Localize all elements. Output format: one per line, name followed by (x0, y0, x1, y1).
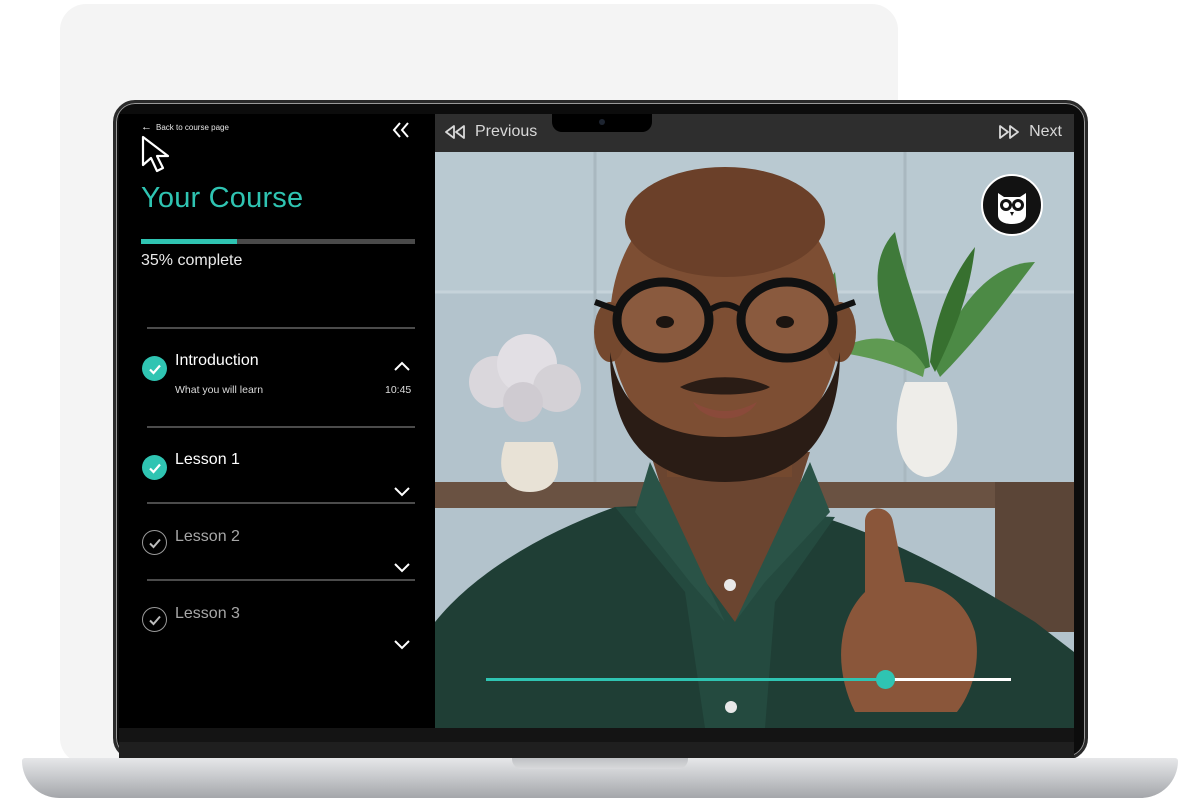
chevron-down-icon[interactable] (393, 561, 411, 573)
video-scrubber-handle[interactable] (876, 670, 895, 689)
divider (147, 426, 415, 428)
back-link-label: Back to course page (156, 122, 229, 132)
chevron-down-icon[interactable] (393, 638, 411, 650)
lesson-title: Introduction (175, 352, 259, 369)
course-progress-bar (141, 239, 415, 244)
laptop-bezel-bottom (119, 728, 1074, 742)
collapse-sidebar-button[interactable] (391, 120, 411, 145)
chevron-down-icon[interactable] (393, 485, 411, 497)
back-to-course-link[interactable]: ← Back to course page (141, 121, 229, 133)
progress-label: 35% complete (141, 252, 243, 269)
lesson-title: Lesson 2 (175, 528, 240, 545)
incomplete-check-icon (142, 607, 167, 632)
lesson-title: Lesson 1 (175, 451, 240, 468)
video-scrubber-played (486, 678, 885, 681)
camera-notch (552, 114, 652, 132)
divider (147, 327, 415, 329)
lesson-duration: 10:45 (385, 384, 412, 396)
completed-check-icon (142, 356, 167, 381)
laptop-base-groove (512, 758, 688, 769)
video-nav-bar: Previous Next (435, 114, 1074, 152)
course-progress-fill (141, 239, 237, 244)
next-button[interactable]: Next (997, 123, 1062, 141)
double-chevron-left-icon (392, 122, 409, 138)
owl-logo-icon (981, 174, 1043, 236)
previous-label: Previous (475, 123, 538, 140)
divider (147, 502, 415, 504)
laptop-screen: ← Back to course page Your Course 35% co… (119, 114, 1074, 728)
lesson-subtitle: What you will learn (175, 384, 264, 396)
fast-forward-icon (999, 125, 1019, 139)
previous-button[interactable]: Previous (443, 123, 537, 141)
instructor-video-frame (435, 152, 1074, 728)
completed-check-icon (142, 455, 167, 480)
incomplete-check-icon (142, 530, 167, 555)
chevron-up-icon[interactable] (393, 360, 411, 372)
back-arrow-icon: ← (141, 121, 152, 133)
divider (147, 579, 415, 581)
next-label: Next (1029, 123, 1062, 140)
mouse-cursor-icon (141, 135, 170, 173)
lesson-title: Lesson 3 (175, 605, 240, 622)
video-player[interactable] (435, 152, 1074, 728)
rewind-icon (445, 125, 465, 139)
course-title: Your Course (141, 182, 304, 214)
video-scrubber[interactable] (486, 670, 1011, 689)
course-sidebar: ← Back to course page Your Course 35% co… (119, 114, 435, 728)
